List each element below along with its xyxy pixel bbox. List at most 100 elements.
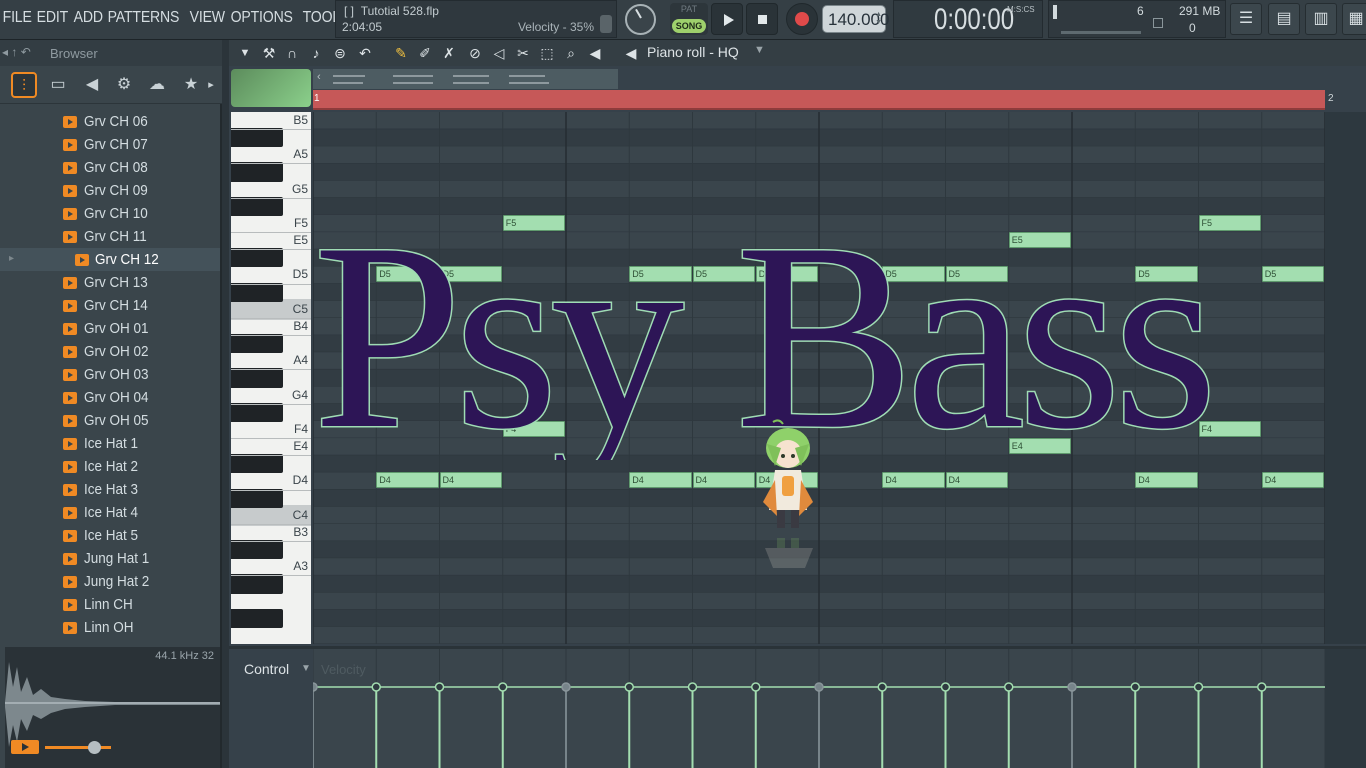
piano-roll-button[interactable]: ▥ bbox=[1305, 3, 1337, 35]
piano-keyboard[interactable]: B5 A5 G5 F5 E5 D5 C5 B4 A4 G4 F4 E4 D4 C4 B3 A3 bbox=[231, 112, 311, 644]
note-f5[interactable]: F5 bbox=[502, 214, 565, 231]
star-icon[interactable]: ★ bbox=[178, 72, 204, 98]
browser-file-item[interactable]: Ice Hat 1 bbox=[0, 432, 220, 455]
browser-file-item[interactable]: Linn CH bbox=[0, 593, 220, 616]
chevron-down-icon[interactable]: ▼ bbox=[754, 44, 765, 56]
menu-item-view[interactable]: VIEW bbox=[187, 9, 228, 27]
black-key[interactable] bbox=[231, 282, 283, 302]
note-d4[interactable]: D4 bbox=[1135, 472, 1198, 489]
note-e5[interactable]: E5 bbox=[1008, 232, 1071, 249]
browser-file-item[interactable]: Ice Hat 5 bbox=[0, 524, 220, 547]
grid-scroll-area[interactable] bbox=[1325, 112, 1366, 644]
note-d4[interactable]: D4 bbox=[1261, 472, 1324, 489]
browser-file-item[interactable]: Ice Hat 2 bbox=[0, 455, 220, 478]
mute-icon[interactable]: ⊘ bbox=[465, 43, 485, 63]
stretch-corner[interactable] bbox=[231, 69, 311, 107]
black-key[interactable] bbox=[231, 248, 283, 268]
note-d4[interactable]: D4 bbox=[945, 472, 1008, 489]
event-scroll-area[interactable] bbox=[1325, 649, 1366, 768]
cloud-icon[interactable]: ☁ bbox=[144, 72, 170, 98]
menu-item-file[interactable]: FILE bbox=[0, 9, 34, 27]
black-key[interactable] bbox=[231, 454, 283, 474]
note-d5[interactable]: D5 bbox=[1135, 266, 1198, 283]
chevron-down-icon[interactable]: ▼ bbox=[235, 43, 255, 63]
browser-file-item[interactable]: Jung Hat 1 bbox=[0, 547, 220, 570]
menu-item-edit[interactable]: EDIT bbox=[34, 9, 71, 27]
note-f4[interactable]: F4 bbox=[1198, 420, 1261, 437]
black-key[interactable] bbox=[231, 540, 283, 560]
black-key[interactable] bbox=[231, 608, 283, 628]
browser-file-item[interactable]: Grv OH 01 bbox=[0, 317, 220, 340]
note-d4[interactable]: D4 bbox=[629, 472, 692, 489]
browser-file-item[interactable]: ▸ Grv CH 12 bbox=[0, 248, 220, 271]
note-f4[interactable]: F4 bbox=[502, 420, 565, 437]
wrench-icon[interactable]: ⚒ bbox=[259, 43, 279, 63]
note-d4[interactable]: D4 bbox=[882, 472, 945, 489]
browser-file-item[interactable]: Linn OH bbox=[0, 616, 220, 639]
zoom-icon[interactable]: ⌕ bbox=[561, 43, 581, 63]
speaker-icon[interactable]: ◀ bbox=[79, 72, 105, 98]
channel-rack-button[interactable]: ▤ bbox=[1268, 3, 1300, 35]
note-d5[interactable]: D5 bbox=[629, 266, 692, 283]
browser-nav-icon[interactable]: ◂ ↑ ↶ bbox=[2, 45, 31, 59]
note-d5[interactable]: D5 bbox=[439, 266, 502, 283]
browser-file-item[interactable]: Ice Hat 3 bbox=[0, 478, 220, 501]
browser-file-item[interactable]: Grv OH 03 bbox=[0, 363, 220, 386]
note-icon[interactable]: ♪ bbox=[306, 43, 326, 63]
timeline-ruler[interactable]: 1 2 bbox=[313, 90, 1334, 110]
browser-file-item[interactable]: Grv CH 14 bbox=[0, 294, 220, 317]
slice-icon[interactable]: ✂ bbox=[513, 43, 533, 63]
overview-navigator[interactable]: ‹ bbox=[313, 69, 618, 89]
control-label[interactable]: Control bbox=[244, 661, 289, 677]
black-key[interactable] bbox=[231, 128, 283, 148]
note-d5[interactable]: D5 bbox=[945, 266, 1008, 283]
note-d5[interactable]: D5 bbox=[692, 266, 755, 283]
tempo-field[interactable]: 140.000 ▲ ▼ bbox=[822, 5, 889, 33]
browser-all-icon[interactable]: ⫶ bbox=[11, 72, 37, 98]
master-volume-knob[interactable] bbox=[625, 4, 656, 35]
note-d5[interactable]: D5 bbox=[1261, 266, 1324, 283]
black-key[interactable] bbox=[231, 488, 283, 508]
slip-icon[interactable]: ◁ bbox=[489, 43, 509, 63]
menu-item-options[interactable]: OPTIONS bbox=[228, 9, 295, 27]
menu-item-patterns[interactable]: PATTERNS bbox=[105, 9, 182, 27]
note-d4[interactable]: D4 bbox=[439, 472, 502, 489]
undo-icon[interactable]: ↶ bbox=[355, 43, 375, 63]
black-key[interactable] bbox=[231, 334, 283, 354]
speaker-icon[interactable]: ◀ bbox=[621, 43, 641, 63]
browser-file-item[interactable]: Grv OH 02 bbox=[0, 340, 220, 363]
note-d5[interactable]: D5 bbox=[882, 266, 945, 283]
stop-button[interactable] bbox=[746, 3, 778, 35]
black-key[interactable] bbox=[231, 574, 283, 594]
browser-file-item[interactable]: Grv CH 07 bbox=[0, 133, 220, 156]
velocity-lane[interactable] bbox=[313, 649, 1325, 768]
magnet-icon[interactable]: ∩ bbox=[282, 43, 302, 63]
piano-roll-title[interactable]: Piano roll - HQ bbox=[647, 44, 739, 60]
playback-speaker-icon[interactable]: ◀ bbox=[585, 43, 605, 63]
browser-file-item[interactable]: Grv CH 11 bbox=[0, 225, 220, 248]
browser-file-item[interactable]: Grv OH 05 bbox=[0, 409, 220, 432]
chevron-down-icon[interactable]: ▼ bbox=[301, 663, 311, 674]
note-e4[interactable]: E4 bbox=[1008, 438, 1071, 455]
browser-file-item[interactable]: Grv CH 13 bbox=[0, 271, 220, 294]
mixer-button[interactable]: ▦ bbox=[1342, 3, 1366, 35]
pat-song-toggle[interactable]: PAT SONG bbox=[670, 3, 708, 35]
browser-file-item[interactable]: Grv OH 04 bbox=[0, 386, 220, 409]
browser-file-item[interactable]: Grv CH 08 bbox=[0, 156, 220, 179]
note-d4[interactable]: D4 bbox=[376, 472, 439, 489]
playlist-window-button[interactable]: ☰ bbox=[1230, 3, 1262, 35]
record-button[interactable] bbox=[786, 3, 818, 35]
black-key[interactable] bbox=[231, 162, 283, 182]
preview-volume-slider[interactable] bbox=[88, 741, 101, 754]
browser-file-item[interactable]: Grv CH 09 bbox=[0, 179, 220, 202]
browser-file-item[interactable]: Grv CH 10 bbox=[0, 202, 220, 225]
pencil-icon[interactable]: ✎ bbox=[391, 43, 411, 63]
menu-item-add[interactable]: ADD bbox=[71, 9, 105, 27]
chevron-left-icon[interactable]: ‹ bbox=[317, 71, 321, 83]
select-icon[interactable]: ⬚ bbox=[537, 43, 557, 63]
browser-file-item[interactable]: Ice Hat 4 bbox=[0, 501, 220, 524]
file-icon[interactable]: ▭ bbox=[45, 72, 71, 98]
note-d4[interactable]: D4 bbox=[692, 472, 755, 489]
note-d5[interactable]: D5 bbox=[755, 266, 818, 283]
note-f5[interactable]: F5 bbox=[1198, 214, 1261, 231]
